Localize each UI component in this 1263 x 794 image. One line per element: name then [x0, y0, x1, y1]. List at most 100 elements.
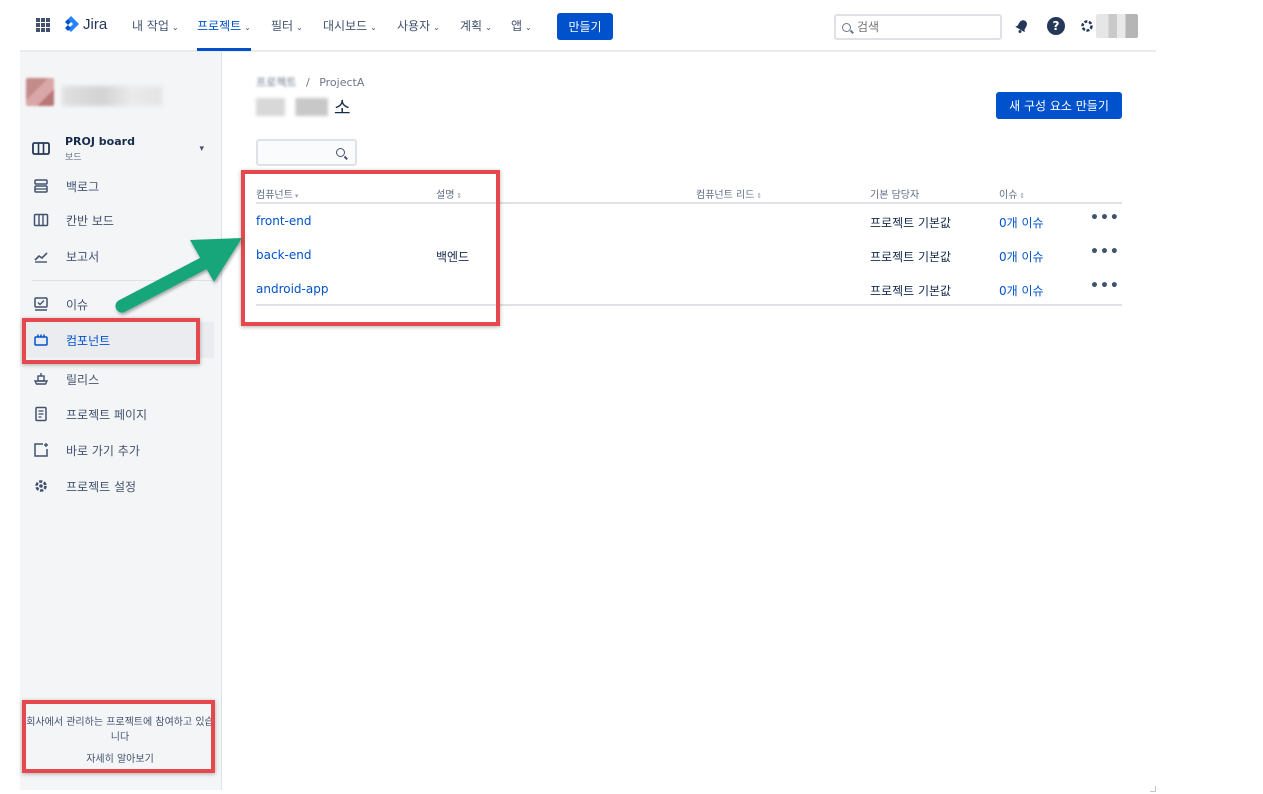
component-name-link[interactable]: back-end: [256, 248, 311, 262]
nav-label: 프로젝트: [197, 19, 242, 33]
breadcrumb-projects[interactable]: 프로젝트: [256, 76, 296, 89]
sidebar-item-backlog[interactable]: 백로그: [32, 176, 212, 196]
issues-icon: [32, 295, 50, 313]
top-navigation: Jira 내 작업 ⌄ 프로젝트 ⌄ 필터 ⌄ 대시보드 ⌄ 사용자 ⌄ 계획 ⌄ 앱 ⌄ 만…: [20, 0, 1156, 52]
chevron-down-icon: ⌄: [485, 23, 492, 32]
sidebar-item-project-settings[interactable]: 프로젝트 설정: [32, 476, 212, 496]
nav-label: 필터: [271, 19, 294, 33]
board-switcher[interactable]: PROJ board 보드 ▾: [32, 134, 212, 164]
resize-corner: [1150, 786, 1156, 792]
column-header-issues[interactable]: 이슈 ⇕: [999, 186, 1025, 201]
column-label: 컴퓨넌트 리드: [696, 190, 755, 201]
default-assignee: 프로젝트 기본값: [870, 250, 952, 264]
nav-people[interactable]: 사용자 ⌄: [397, 17, 440, 34]
nav-my-work[interactable]: 내 작업 ⌄: [132, 17, 179, 34]
more-actions-icon[interactable]: •••: [1090, 244, 1120, 260]
sidebar-item-label: 이슈: [66, 297, 89, 312]
chevron-down-icon: ⌄: [525, 23, 532, 32]
sidebar-item-project-pages[interactable]: 프로젝트 페이지: [32, 404, 212, 424]
help-icon[interactable]: ?: [1047, 17, 1065, 35]
nav-projects[interactable]: 프로젝트 ⌄: [197, 17, 251, 51]
chevron-down-icon[interactable]: ▾: [199, 144, 204, 154]
chevron-down-icon: ⌄: [433, 23, 440, 32]
table-row: back-end 백엔드 프로젝트 기본값 0개 이슈 •••: [256, 238, 1122, 272]
sidebar-item-label: 릴리스: [66, 372, 100, 387]
chevron-down-icon: ⌄: [370, 23, 377, 32]
column-header-lead[interactable]: 컴퓨넌트 리드 ⇕: [696, 186, 762, 201]
component-filter-input[interactable]: [262, 144, 332, 156]
project-header[interactable]: [26, 78, 166, 112]
breadcrumb: 프로젝트 / ProjectA: [256, 74, 364, 90]
column-label: 컴퓨넌트: [256, 190, 293, 201]
sidebar-item-label: 칸반 보드: [66, 213, 114, 228]
app-switcher-icon[interactable]: [36, 18, 50, 32]
jira-logo[interactable]: Jira: [62, 15, 107, 33]
default-assignee: 프로젝트 기본값: [870, 284, 952, 298]
releases-icon: [32, 370, 50, 388]
user-avatar[interactable]: [1096, 14, 1138, 38]
jira-wordmark: Jira: [83, 15, 108, 33]
add-shortcut-icon: [32, 441, 50, 459]
component-filter[interactable]: [256, 139, 357, 166]
issue-count-link[interactable]: 0개 이슈: [999, 214, 1044, 231]
sidebar-item-label: 프로젝트 페이지: [66, 407, 148, 422]
search-icon: [842, 22, 851, 32]
sort-desc-icon: ▾: [294, 192, 299, 200]
chevron-down-icon: ⌄: [296, 23, 303, 32]
search-input[interactable]: [857, 20, 987, 34]
reports-icon: [32, 247, 50, 265]
backlog-icon: [32, 177, 50, 195]
kanban-board-icon: [32, 211, 50, 229]
sidebar-item-label: 백로그: [66, 179, 100, 194]
board-name: PROJ board: [65, 135, 135, 148]
breadcrumb-separator: /: [305, 76, 310, 89]
sidebar-item-reports[interactable]: 보고서: [32, 246, 212, 266]
page-title-redacted: [256, 98, 328, 116]
managed-project-notice: 회사에서 관리하는 프로젝트에 참여하고 있습니다 자세히 알아보기: [24, 716, 216, 768]
project-pages-icon: [32, 405, 50, 423]
sidebar-item-label: 프로젝트 설정: [66, 479, 137, 494]
column-label: 기본 담당자: [870, 190, 920, 201]
component-description: 백엔드: [436, 250, 470, 264]
sort-icon: ⇕: [1019, 192, 1026, 200]
nav-apps[interactable]: 앱 ⌄: [511, 17, 532, 34]
nav-label: 대시보드: [323, 19, 368, 33]
create-component-button[interactable]: 새 구성 요소 만들기: [996, 92, 1122, 119]
column-header-description[interactable]: 설명 ⇕: [436, 186, 462, 201]
board-type: 보드: [65, 153, 82, 163]
search-box[interactable]: [834, 14, 1002, 40]
component-name-link[interactable]: android-app: [256, 282, 328, 296]
learn-more-link[interactable]: 자세히 알아보기: [24, 753, 216, 768]
sort-icon: ⇕: [756, 192, 763, 200]
sidebar-item-add-shortcut[interactable]: 바로 가기 추가: [32, 440, 212, 460]
sidebar-item-components[interactable]: 컴포넌트: [24, 322, 214, 358]
issue-count-link[interactable]: 0개 이슈: [999, 282, 1044, 299]
sidebar-item-issues[interactable]: 이슈: [32, 294, 212, 314]
sidebar-item-label: 컴포넌트: [66, 333, 111, 348]
nav-dashboards[interactable]: 대시보드 ⌄: [323, 17, 377, 34]
nav-label: 사용자: [397, 19, 431, 33]
nav-filters[interactable]: 필터 ⌄: [271, 17, 303, 34]
table-row: android-app 프로젝트 기본값 0개 이슈 •••: [256, 272, 1122, 306]
more-actions-icon[interactable]: •••: [1090, 278, 1120, 294]
column-header-assignee: 기본 담당자: [870, 186, 919, 201]
issue-count-link[interactable]: 0개 이슈: [999, 248, 1044, 265]
project-settings-icon: [32, 477, 50, 495]
sidebar-item-kanban-board[interactable]: 칸반 보드: [32, 210, 212, 230]
more-actions-icon[interactable]: •••: [1090, 210, 1120, 226]
create-button[interactable]: 만들기: [557, 13, 613, 40]
notifications-icon[interactable]: [1013, 17, 1031, 35]
nav-plans[interactable]: 계획 ⌄: [460, 17, 492, 34]
sidebar-divider: [32, 280, 212, 281]
components-icon: [32, 331, 50, 349]
settings-icon[interactable]: [1078, 17, 1096, 35]
sidebar-item-releases[interactable]: 릴리스: [32, 369, 212, 389]
column-label: 설명: [436, 190, 455, 201]
breadcrumb-project[interactable]: ProjectA: [319, 76, 364, 89]
page-title-suffix: 소: [334, 98, 351, 119]
chevron-down-icon: ⌄: [244, 23, 251, 32]
column-header-component[interactable]: 컴퓨넌트 ▾: [256, 186, 298, 201]
sort-icon: ⇕: [456, 192, 463, 200]
component-name-link[interactable]: front-end: [256, 214, 311, 228]
sidebar-item-label: 바로 가기 추가: [66, 443, 140, 458]
